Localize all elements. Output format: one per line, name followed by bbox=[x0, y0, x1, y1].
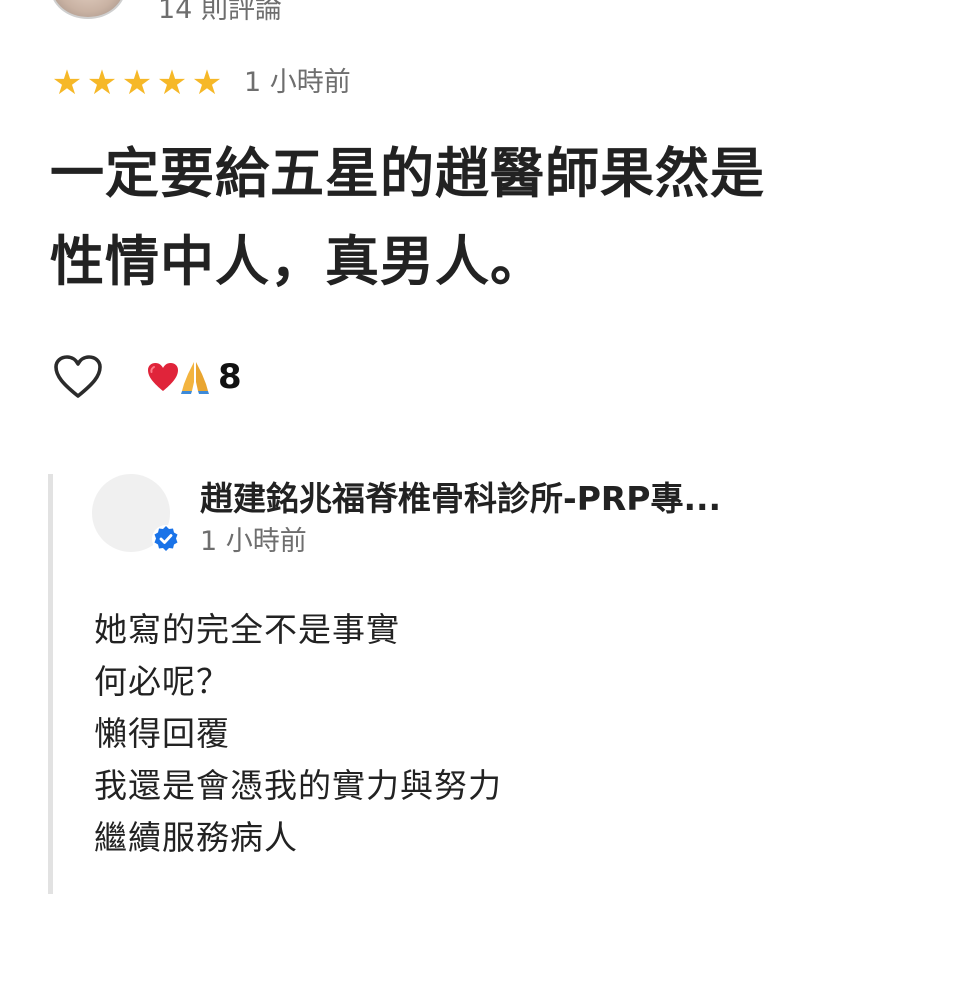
reply-time: 1 小時前 bbox=[200, 526, 307, 557]
reply-line: 她寫的完全不是事實 bbox=[94, 610, 400, 649]
reviewer-avatar[interactable] bbox=[50, 0, 126, 19]
reply-body: 她寫的完全不是事實 何必呢？ 懶得回覆 我還是會憑我的實力與努力 繼續服務病人 bbox=[94, 604, 502, 864]
reply-line: 繼續服務病人 bbox=[94, 818, 298, 857]
owner-name[interactable]: 趙建銘兆福脊椎骨科診所-PRP專... bbox=[200, 476, 721, 522]
star-icon: ★ bbox=[51, 63, 83, 103]
reviewer-review-count: 14 則評論 bbox=[158, 0, 282, 25]
star-icon: ★ bbox=[191, 63, 223, 103]
star-icon: ★ bbox=[156, 63, 188, 103]
review-rating-row: ★ ★ ★ ★ ★ 1 小時前 bbox=[50, 63, 351, 103]
reply-line: 我還是會憑我的實力與努力 bbox=[94, 766, 502, 805]
red-heart-emoji-icon bbox=[146, 361, 180, 393]
star-icon: ★ bbox=[86, 63, 118, 103]
review-text: 一定要給五星的趙醫師果然是 性情中人，真男人。 bbox=[50, 142, 765, 293]
review-time: 1 小時前 bbox=[244, 67, 351, 98]
review-actions: 8 bbox=[52, 350, 242, 404]
verified-badge-icon bbox=[151, 524, 181, 554]
reaction-summary[interactable]: 8 bbox=[146, 357, 242, 397]
star-rating: ★ ★ ★ ★ ★ bbox=[50, 63, 224, 103]
reply-thread-bar bbox=[48, 474, 53, 894]
reply-line: 何必呢？ bbox=[94, 662, 230, 701]
folded-hands-emoji-icon bbox=[180, 360, 210, 394]
star-icon: ★ bbox=[121, 63, 153, 103]
heart-outline-icon[interactable] bbox=[52, 353, 104, 401]
reply-line: 懶得回覆 bbox=[94, 714, 230, 753]
reaction-count: 8 bbox=[218, 357, 242, 397]
